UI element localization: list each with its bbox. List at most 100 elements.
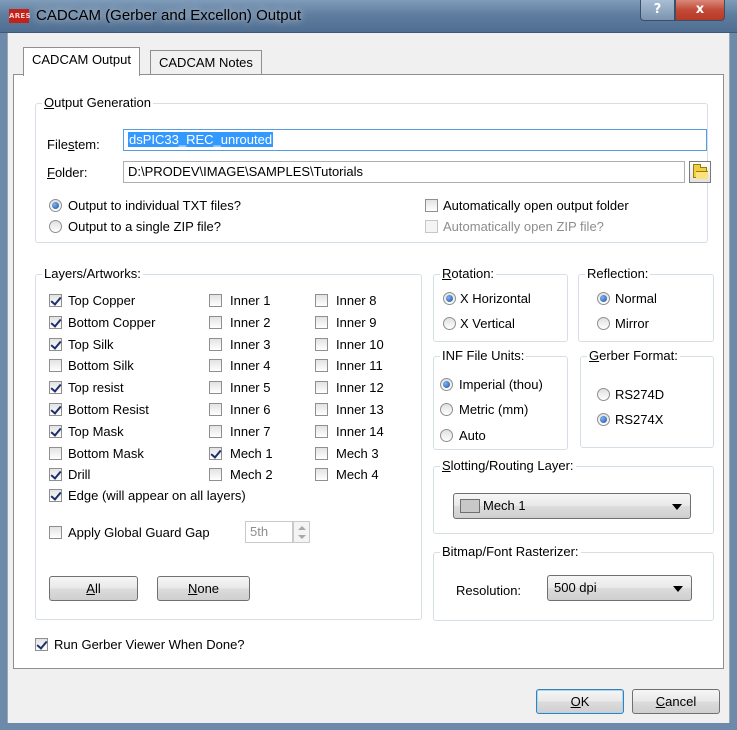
layer-checkbox-top-resist[interactable] xyxy=(49,381,62,394)
layer-checkbox-inner-11[interactable] xyxy=(315,359,328,372)
layer-label-inner-6[interactable]: Inner 6 xyxy=(230,402,270,418)
layer-checkbox-mech-1[interactable] xyxy=(209,447,222,460)
layer-label-inner-10[interactable]: Inner 10 xyxy=(336,337,384,353)
layer-label-inner-5[interactable]: Inner 5 xyxy=(230,380,270,396)
layer-checkbox-mech-3[interactable] xyxy=(315,447,328,460)
radio-gerber-rs274d[interactable] xyxy=(597,388,610,401)
radio-reflection-mirror[interactable] xyxy=(597,317,610,330)
radio-reflection-normal[interactable] xyxy=(597,292,610,305)
layer-label-inner-1[interactable]: Inner 1 xyxy=(230,293,270,309)
folder-input[interactable]: D:\PRODEV\IMAGE\SAMPLES\Tutorials xyxy=(123,161,685,183)
close-button[interactable]: x xyxy=(675,0,725,21)
tab-cadcam-notes[interactable]: CADCAM Notes xyxy=(150,50,262,76)
all-button[interactable]: All xyxy=(49,576,138,601)
layer-label-inner-14[interactable]: Inner 14 xyxy=(336,424,384,440)
units-auto-label[interactable]: Auto xyxy=(459,428,486,444)
layer-label-top-silk[interactable]: Top Silk xyxy=(68,337,114,353)
layer-label-inner-9[interactable]: Inner 9 xyxy=(336,315,376,331)
radio-output-individual-label[interactable]: Output to individual TXT files? xyxy=(68,198,241,214)
layer-label-inner-8[interactable]: Inner 8 xyxy=(336,293,376,309)
none-button[interactable]: None xyxy=(157,576,250,601)
layer-checkbox-top-copper[interactable] xyxy=(49,294,62,307)
layer-label-inner-11[interactable]: Inner 11 xyxy=(336,358,383,374)
layer-label-mech-1[interactable]: Mech 1 xyxy=(230,446,273,462)
layer-checkbox-drill[interactable] xyxy=(49,468,62,481)
guard-gap-spinner[interactable] xyxy=(293,521,310,543)
units-metric-label[interactable]: Metric (mm) xyxy=(459,402,528,418)
layer-checkbox-inner-5[interactable] xyxy=(209,381,222,394)
layer-checkbox-inner-1[interactable] xyxy=(209,294,222,307)
layer-label-bottom-silk[interactable]: Bottom Silk xyxy=(68,358,134,374)
radio-output-zip-label[interactable]: Output to a single ZIP file? xyxy=(68,219,221,235)
layer-checkbox-inner-3[interactable] xyxy=(209,338,222,351)
radio-rotation-horizontal[interactable] xyxy=(443,292,456,305)
edge-label[interactable]: Edge (will appear on all layers) xyxy=(68,488,246,504)
gerber-rs274d-label[interactable]: RS274D xyxy=(615,387,664,403)
layer-label-mech-4[interactable]: Mech 4 xyxy=(336,467,379,483)
layer-label-bottom-resist[interactable]: Bottom Resist xyxy=(68,402,149,418)
browse-folder-button[interactable] xyxy=(689,161,711,183)
gerber-rs274x-label[interactable]: RS274X xyxy=(615,412,663,428)
run-gerber-viewer-label[interactable]: Run Gerber Viewer When Done? xyxy=(54,637,245,653)
ok-button[interactable]: OK xyxy=(536,689,624,714)
layer-label-inner-12[interactable]: Inner 12 xyxy=(336,380,384,396)
auto-open-zip-checkbox[interactable] xyxy=(425,220,438,233)
layer-checkbox-bottom-silk[interactable] xyxy=(49,359,62,372)
edge-checkbox[interactable] xyxy=(49,489,62,502)
layer-checkbox-inner-14[interactable] xyxy=(315,425,328,438)
radio-output-zip[interactable] xyxy=(49,220,62,233)
layer-label-inner-13[interactable]: Inner 13 xyxy=(336,402,384,418)
rotation-vertical-label[interactable]: X Vertical xyxy=(460,316,515,332)
guard-gap-checkbox[interactable] xyxy=(49,526,62,539)
run-gerber-viewer-checkbox[interactable] xyxy=(35,638,48,651)
layer-label-mech-3[interactable]: Mech 3 xyxy=(336,446,379,462)
auto-open-folder-label[interactable]: Automatically open output folder xyxy=(443,198,629,214)
units-imperial-label[interactable]: Imperial (thou) xyxy=(459,377,543,393)
layer-checkbox-inner-7[interactable] xyxy=(209,425,222,438)
rotation-horizontal-label[interactable]: X Horizontal xyxy=(460,291,531,307)
layer-label-mech-2[interactable]: Mech 2 xyxy=(230,467,273,483)
layer-label-inner-3[interactable]: Inner 3 xyxy=(230,337,270,353)
layer-label-top-resist[interactable]: Top resist xyxy=(68,380,124,396)
layer-label-inner-7[interactable]: Inner 7 xyxy=(230,424,270,440)
layer-checkbox-inner-12[interactable] xyxy=(315,381,328,394)
layer-checkbox-top-mask[interactable] xyxy=(49,425,62,438)
radio-gerber-rs274x[interactable] xyxy=(597,413,610,426)
guard-gap-value[interactable]: 5th xyxy=(245,521,293,543)
slotting-layer-dropdown[interactable]: Mech 1 xyxy=(453,493,691,519)
layer-checkbox-inner-9[interactable] xyxy=(315,316,328,329)
reflection-normal-label[interactable]: Normal xyxy=(615,291,657,307)
layer-checkbox-inner-4[interactable] xyxy=(209,359,222,372)
help-button[interactable]: ? xyxy=(640,0,675,21)
title-bar[interactable]: ARES CADCAM (Gerber and Excellon) Output… xyxy=(0,0,737,33)
layer-checkbox-top-silk[interactable] xyxy=(49,338,62,351)
radio-units-imperial[interactable] xyxy=(440,378,453,391)
layer-label-drill[interactable]: Drill xyxy=(68,467,90,483)
cancel-button[interactable]: Cancel xyxy=(632,689,720,714)
resolution-dropdown[interactable]: 500 dpi xyxy=(547,575,692,601)
layer-checkbox-bottom-mask[interactable] xyxy=(49,447,62,460)
radio-output-individual[interactable] xyxy=(49,199,62,212)
radio-rotation-vertical[interactable] xyxy=(443,317,456,330)
layer-checkbox-inner-2[interactable] xyxy=(209,316,222,329)
guard-gap-label[interactable]: Apply Global Guard Gap xyxy=(68,525,210,541)
layer-checkbox-inner-13[interactable] xyxy=(315,403,328,416)
reflection-mirror-label[interactable]: Mirror xyxy=(615,316,649,332)
radio-units-auto[interactable] xyxy=(440,429,453,442)
layer-label-inner-2[interactable]: Inner 2 xyxy=(230,315,270,331)
layer-checkbox-bottom-resist[interactable] xyxy=(49,403,62,416)
layer-label-bottom-copper[interactable]: Bottom Copper xyxy=(68,315,155,331)
layer-checkbox-mech-4[interactable] xyxy=(315,468,328,481)
layer-label-top-copper[interactable]: Top Copper xyxy=(68,293,135,309)
auto-open-zip-label[interactable]: Automatically open ZIP file? xyxy=(443,219,604,235)
auto-open-folder-checkbox[interactable] xyxy=(425,199,438,212)
layer-label-bottom-mask[interactable]: Bottom Mask xyxy=(68,446,144,462)
layer-checkbox-mech-2[interactable] xyxy=(209,468,222,481)
layer-checkbox-inner-6[interactable] xyxy=(209,403,222,416)
layer-checkbox-inner-8[interactable] xyxy=(315,294,328,307)
layer-label-top-mask[interactable]: Top Mask xyxy=(68,424,124,440)
filestem-input[interactable]: dsPIC33_REC_unrouted xyxy=(123,129,707,151)
tab-cadcam-output[interactable]: CADCAM Output xyxy=(23,47,140,76)
layer-checkbox-bottom-copper[interactable] xyxy=(49,316,62,329)
layer-checkbox-inner-10[interactable] xyxy=(315,338,328,351)
